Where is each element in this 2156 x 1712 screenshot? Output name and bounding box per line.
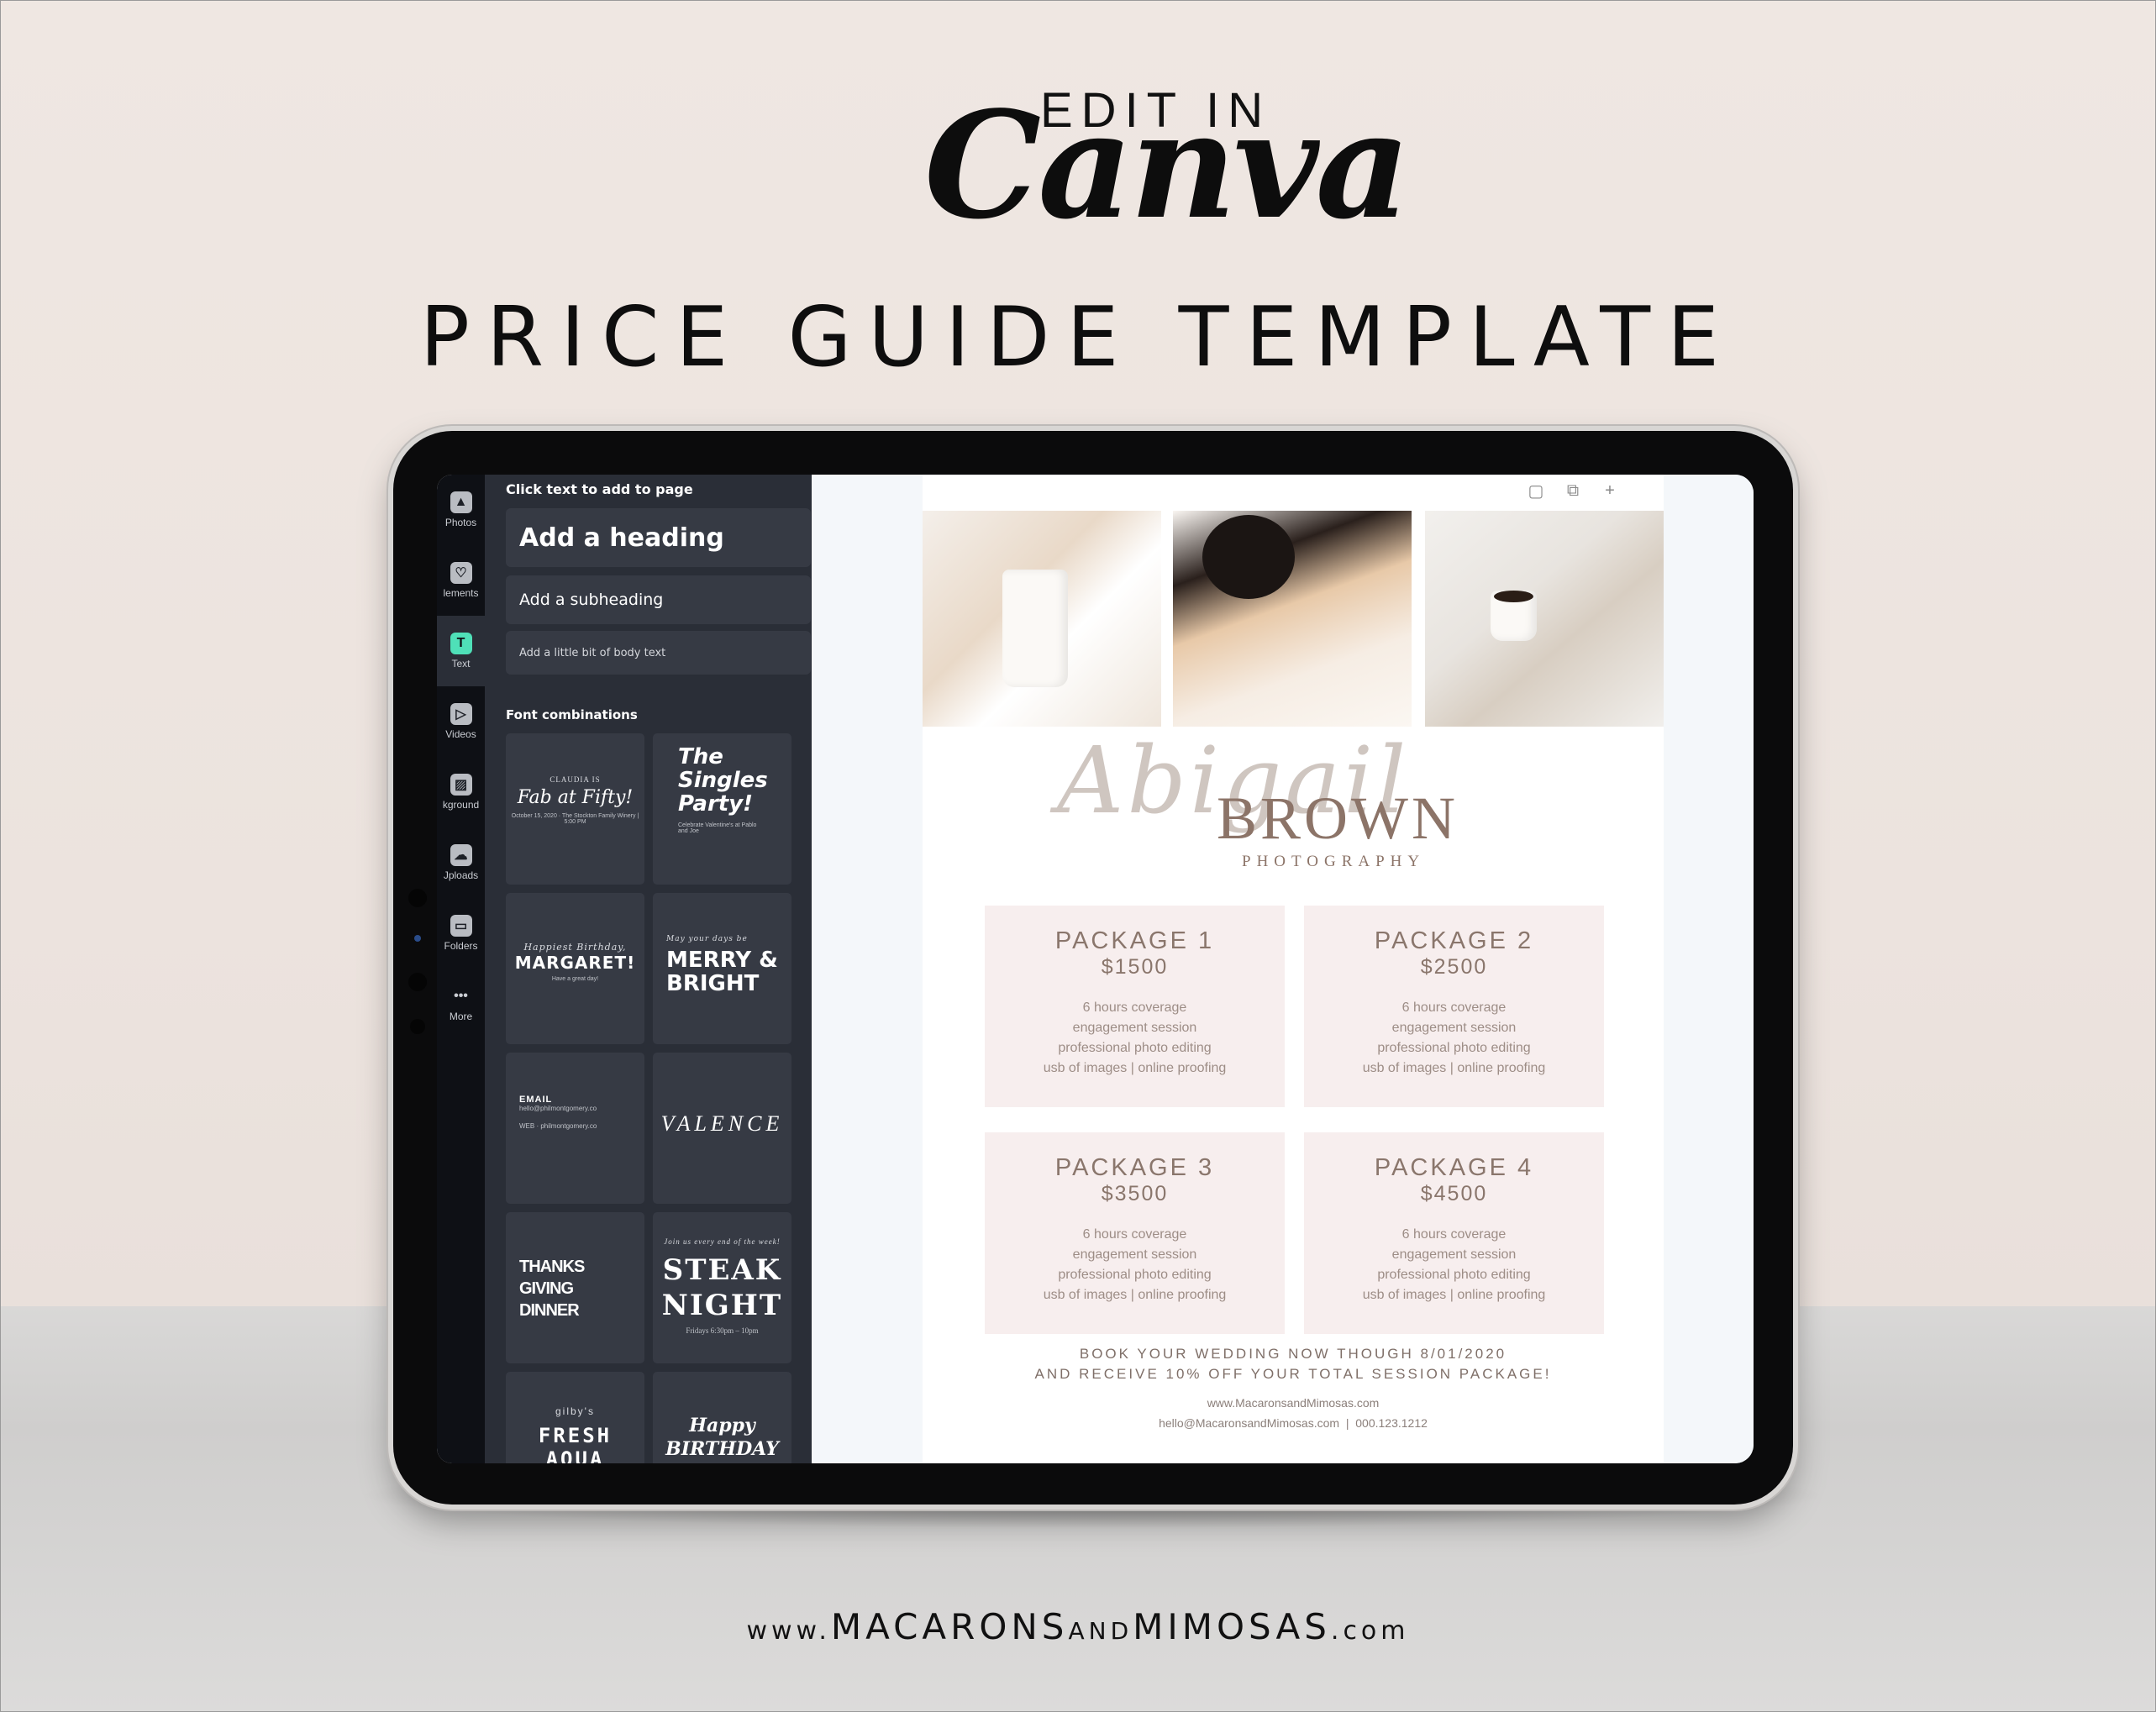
image-border [0, 0, 2156, 1712]
